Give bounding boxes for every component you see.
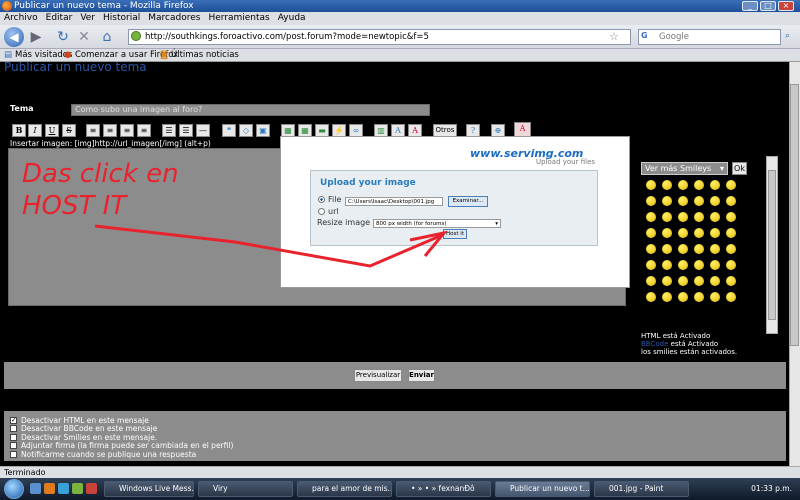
smiley-icon[interactable] — [646, 244, 656, 254]
option-attach-signature[interactable]: Adjuntar firma (la firma puede ser cambi… — [10, 441, 233, 450]
smiley-icon[interactable] — [726, 212, 736, 222]
task-viry[interactable]: Viry — [198, 481, 293, 497]
checkbox[interactable] — [10, 442, 17, 449]
smiley-icon[interactable] — [726, 292, 736, 302]
smiley-icon[interactable] — [662, 244, 672, 254]
task-fexnando[interactable]: • » • » fexnanÐô — [396, 481, 491, 497]
checkbox[interactable] — [10, 425, 17, 432]
smiley-icon[interactable] — [694, 260, 704, 270]
option-disable-bbcode[interactable]: Desactivar BBCode en este mensaje — [10, 424, 157, 433]
show-desktop-icon[interactable] — [30, 483, 41, 494]
smiley-icon[interactable] — [694, 212, 704, 222]
smiley-icon[interactable] — [646, 212, 656, 222]
smiley-icon[interactable] — [710, 260, 720, 270]
bbcode-link[interactable]: BBCode — [641, 340, 668, 348]
messenger-quicklaunch-icon[interactable] — [58, 483, 69, 494]
smiley-icon[interactable] — [726, 260, 736, 270]
system-tray-clock: 01:33 p.m. — [751, 484, 792, 493]
smiley-icon[interactable] — [646, 260, 656, 270]
bbcode-status-value: está Activado — [668, 340, 719, 348]
option-label: Desactivar BBCode en este mensaje — [21, 424, 158, 433]
smiley-icon[interactable] — [662, 260, 672, 270]
smiley-icon[interactable] — [694, 276, 704, 286]
smiley-icon[interactable] — [726, 228, 736, 238]
smiley-icon[interactable] — [710, 244, 720, 254]
smiley-icon[interactable] — [662, 212, 672, 222]
preview-button[interactable]: Previsualizar — [354, 369, 402, 382]
smiley-icon[interactable] — [710, 212, 720, 222]
smiley-icon[interactable] — [726, 244, 736, 254]
checkbox[interactable] — [10, 434, 17, 441]
smiley-icon[interactable] — [710, 196, 720, 206]
smiley-icon[interactable] — [646, 180, 656, 190]
smiley-icon[interactable] — [646, 228, 656, 238]
html-status-value: está Activado — [660, 332, 711, 340]
smiley-icon[interactable] — [662, 276, 672, 286]
smiley-icon[interactable] — [646, 196, 656, 206]
smiley-icon[interactable] — [694, 244, 704, 254]
smiley-icon[interactable] — [726, 196, 736, 206]
smiley-icon[interactable] — [662, 196, 672, 206]
option-label: Adjuntar firma (la firma puede ser cambi… — [21, 441, 234, 450]
checkbox[interactable] — [10, 451, 17, 458]
smiley-icon[interactable] — [662, 228, 672, 238]
smileys-ok-button[interactable]: Ok — [732, 162, 747, 175]
smiley-icon[interactable] — [694, 196, 704, 206]
smiley-icon[interactable] — [710, 292, 720, 302]
smiley-icon[interactable] — [678, 180, 688, 190]
smiley-icon[interactable] — [678, 292, 688, 302]
status-bar: Terminado — [0, 466, 800, 478]
option-notify-reply[interactable]: Notificarme cuando se publique una respu… — [10, 450, 196, 459]
smiley-scrollbar-thumb[interactable] — [768, 170, 776, 320]
smiley-icon[interactable] — [678, 244, 688, 254]
smileys-select[interactable]: Ver más Smileys ▾ — [641, 162, 728, 175]
task-live-messenger[interactable]: Windows Live Mess... — [104, 481, 194, 497]
chevron-down-icon: ▾ — [719, 164, 724, 173]
smiley-icon[interactable] — [726, 180, 736, 190]
page-scrollbar-thumb[interactable] — [790, 84, 799, 346]
checkbox-checked[interactable]: ✓ — [10, 417, 17, 424]
task-chat[interactable]: para el amor de mis... — [297, 481, 392, 497]
smiley-icon[interactable] — [694, 228, 704, 238]
taskbar: Windows Live Mess... Viry para el amor d… — [0, 478, 800, 500]
firefox-quicklaunch-icon[interactable] — [44, 483, 55, 494]
smiley-icon[interactable] — [726, 276, 736, 286]
smiley-icon[interactable] — [694, 292, 704, 302]
smiley-icon[interactable] — [678, 276, 688, 286]
smiley-icon[interactable] — [662, 180, 672, 190]
smiley-icon[interactable] — [678, 212, 688, 222]
option-label: Notificarme cuando se publique una respu… — [21, 450, 197, 459]
app-quicklaunch-icon[interactable] — [72, 483, 83, 494]
smiley-icon[interactable] — [678, 196, 688, 206]
smileys-select-label: Ver más Smileys — [645, 164, 712, 173]
smilies-status: los smilies están activados. — [641, 348, 738, 356]
smiley-icon[interactable] — [710, 180, 720, 190]
smiley-icon[interactable] — [646, 292, 656, 302]
send-button[interactable]: Enviar — [408, 369, 435, 382]
html-status-label: HTML — [641, 332, 661, 340]
smiley-icon[interactable] — [646, 276, 656, 286]
smiley-icon[interactable] — [710, 276, 720, 286]
smiley-icon[interactable] — [662, 292, 672, 302]
task-paint[interactable]: 001.jpg - Paint — [594, 481, 689, 497]
smiley-icon[interactable] — [678, 228, 688, 238]
task-firefox[interactable]: Publicar un nuevo t... — [495, 481, 590, 497]
smiley-icon[interactable] — [694, 180, 704, 190]
smiley-icon[interactable] — [678, 260, 688, 270]
smiley-icon[interactable] — [710, 228, 720, 238]
start-button[interactable] — [4, 479, 24, 499]
media-quicklaunch-icon[interactable] — [86, 483, 97, 494]
